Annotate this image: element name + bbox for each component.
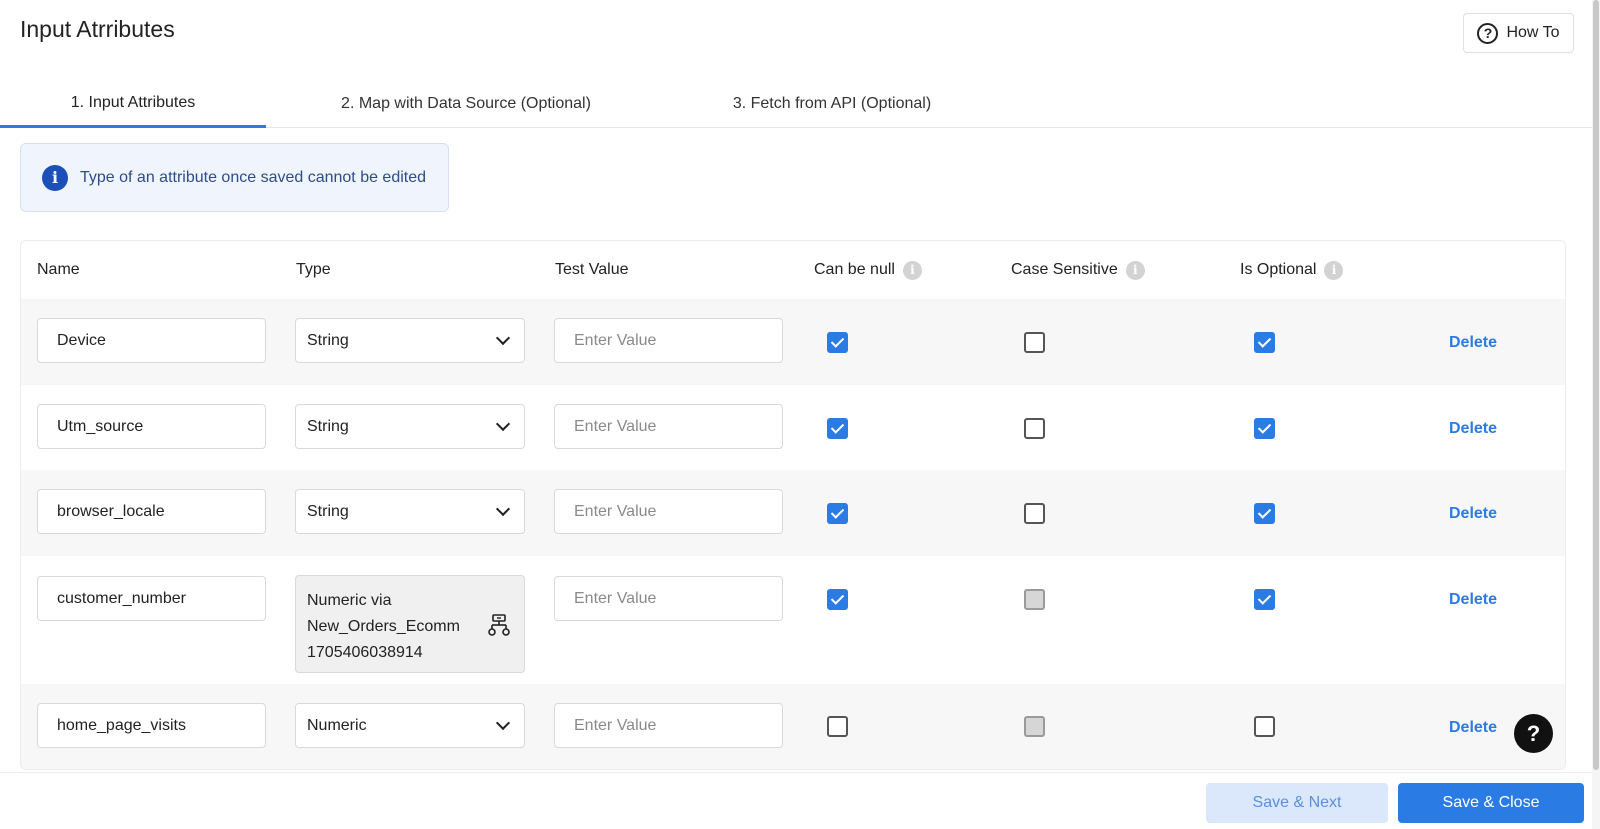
info-hint-icon[interactable]: i (902, 260, 922, 280)
attribute-name-input[interactable] (37, 703, 266, 748)
can-be-null-checkbox[interactable] (827, 418, 848, 439)
mapped-type-line: Numeric via (307, 592, 392, 609)
attribute-name-input[interactable] (37, 489, 266, 534)
how-to-button[interactable]: ? How To (1463, 13, 1574, 53)
chevron-down-icon (495, 715, 511, 731)
column-header-case-sensitive: Case Sensitive i (1011, 241, 1145, 299)
is-optional-checkbox[interactable] (1254, 589, 1275, 610)
case-sensitive-checkbox (1024, 589, 1045, 610)
table-row: Numeric Delete (21, 684, 1565, 769)
delete-button[interactable]: Delete (1449, 334, 1497, 352)
case-sensitive-checkbox (1024, 716, 1045, 737)
delete-button[interactable]: Delete (1449, 505, 1497, 523)
help-fab-button[interactable]: ? (1514, 714, 1553, 753)
column-header-name: Name (37, 261, 80, 278)
info-banner: i Type of an attribute once saved cannot… (20, 143, 449, 212)
delete-button[interactable]: Delete (1449, 591, 1497, 609)
attribute-name-input[interactable] (37, 576, 266, 621)
mapped-type-line: 1705406038914 (307, 644, 423, 661)
is-optional-checkbox[interactable] (1254, 418, 1275, 439)
attributes-table: Name Type Test Value Can be null i Case … (20, 240, 1566, 770)
chevron-down-icon (495, 330, 511, 346)
type-select[interactable]: Numeric (295, 703, 525, 748)
mapped-type-display: Numeric via New_Orders_Ecomm 17054060389… (295, 575, 525, 673)
is-optional-checkbox[interactable] (1254, 503, 1275, 524)
question-circle-icon: ? (1477, 22, 1499, 44)
type-select[interactable]: String (295, 404, 525, 449)
chevron-down-icon (495, 501, 511, 517)
data-source-map-icon[interactable] (487, 613, 511, 637)
tab-map-data-source[interactable]: 2. Map with Data Source (Optional) (316, 80, 616, 128)
test-value-input[interactable] (554, 489, 783, 534)
mapped-type-line: New_Orders_Ecomm (307, 618, 460, 635)
info-hint-icon[interactable]: i (1324, 260, 1344, 280)
tab-fetch-from-api[interactable]: 3. Fetch from API (Optional) (712, 80, 952, 128)
is-optional-checkbox[interactable] (1254, 332, 1275, 353)
how-to-label: How To (1506, 24, 1560, 41)
type-select[interactable]: String (295, 489, 525, 534)
test-value-input[interactable] (554, 576, 783, 621)
can-be-null-checkbox[interactable] (827, 332, 848, 353)
page-title: Input Atrributes (20, 16, 175, 42)
case-sensitive-checkbox[interactable] (1024, 332, 1045, 353)
table-row: String Delete (21, 470, 1565, 556)
table-row: String Delete (21, 385, 1565, 470)
column-header-is-optional: Is Optional i (1240, 241, 1344, 299)
vertical-scrollbar[interactable] (1592, 0, 1600, 829)
can-be-null-checkbox[interactable] (827, 716, 848, 737)
info-banner-text: Type of an attribute once saved cannot b… (80, 168, 427, 186)
test-value-input[interactable] (554, 404, 783, 449)
type-select[interactable]: String (295, 318, 525, 363)
table-row: String Delete (21, 299, 1565, 385)
scrollbar-thumb[interactable] (1593, 0, 1599, 770)
can-be-null-checkbox[interactable] (827, 589, 848, 610)
info-icon: i (42, 164, 68, 191)
column-header-can-be-null: Can be null i (814, 241, 922, 299)
attribute-name-input[interactable] (37, 404, 266, 449)
test-value-input[interactable] (554, 318, 783, 363)
case-sensitive-checkbox[interactable] (1024, 503, 1045, 524)
page-header: Input Atrributes ? How To (0, 0, 1600, 70)
is-optional-checkbox[interactable] (1254, 716, 1275, 737)
can-be-null-checkbox[interactable] (827, 503, 848, 524)
test-value-input[interactable] (554, 703, 783, 748)
case-sensitive-checkbox[interactable] (1024, 418, 1045, 439)
delete-button[interactable]: Delete (1449, 719, 1497, 737)
chevron-down-icon (495, 416, 511, 432)
column-header-type: Type (296, 261, 331, 278)
table-header: Name Type Test Value Can be null i Case … (21, 241, 1565, 299)
footer-actions: Save & Next Save & Close (0, 772, 1592, 829)
table-row: Numeric via New_Orders_Ecomm 17054060389… (21, 556, 1565, 684)
save-close-button[interactable]: Save & Close (1398, 783, 1584, 823)
delete-button[interactable]: Delete (1449, 420, 1497, 438)
save-next-button[interactable]: Save & Next (1206, 783, 1388, 823)
attribute-name-input[interactable] (37, 318, 266, 363)
column-header-test-value: Test Value (555, 261, 629, 278)
tab-input-attributes[interactable]: 1. Input Attributes (0, 80, 266, 128)
tab-bar: 1. Input Attributes 2. Map with Data Sou… (0, 80, 1592, 128)
info-hint-icon[interactable]: i (1125, 260, 1145, 280)
